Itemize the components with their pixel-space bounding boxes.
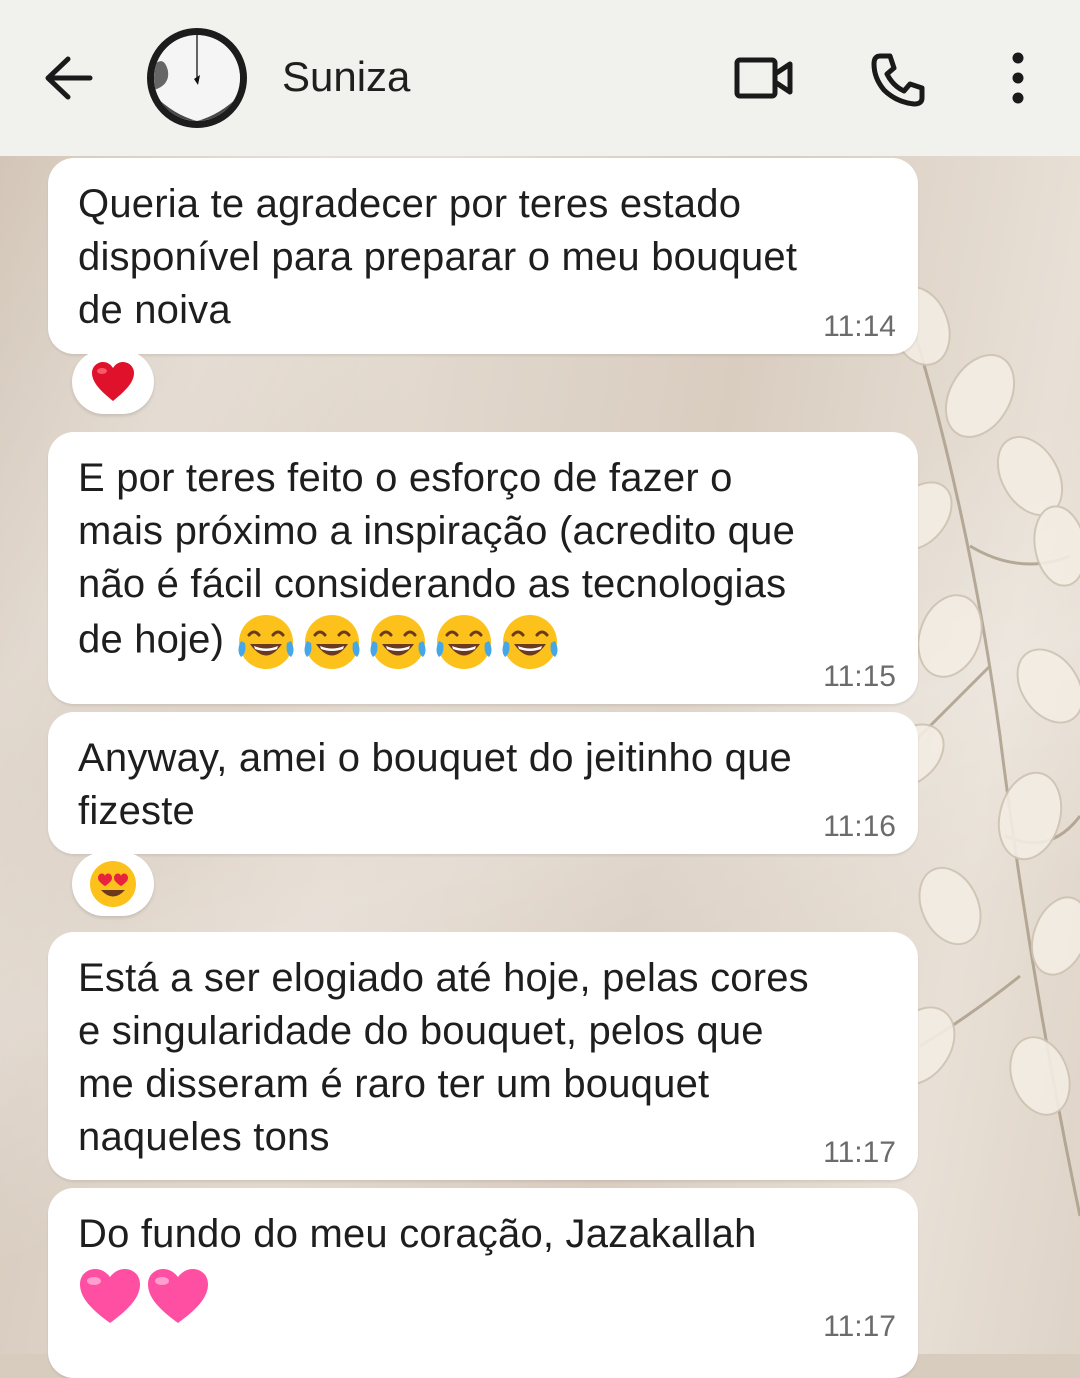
more-options-icon[interactable] [1000, 50, 1036, 106]
message-text: Anyway, amei o bouquet do jeitinho que f… [78, 736, 793, 833]
message-text: Está a ser elogiado até hoje, pelas core… [78, 956, 809, 1159]
message-bubble[interactable]: E por teres feito o esforço de fazer o m… [48, 432, 918, 704]
message-bubble[interactable]: Queria te agradecer por teres estado dis… [48, 158, 918, 354]
laughing-tears-emoji-icon [436, 615, 492, 669]
video-call-icon[interactable] [733, 52, 795, 104]
message-bubble[interactable]: Do fundo do meu coração, Jazakallah 11:1… [48, 1188, 918, 1378]
message-time: 11:15 [823, 660, 896, 693]
laughing-tears-emoji-icon [304, 615, 360, 669]
reaction-badge[interactable] [72, 350, 154, 414]
red-heart-icon [92, 362, 134, 401]
laughing-tears-emoji-icon [370, 615, 426, 669]
laughing-tears-emoji-icon [502, 615, 558, 669]
message-time: 11:17 [823, 1136, 896, 1169]
message-text: Do fundo do meu coração, Jazakallah [78, 1212, 757, 1256]
pink-heart-emoji-row [78, 1267, 210, 1325]
contact-name[interactable]: Suniza [282, 52, 410, 102]
back-arrow-icon[interactable] [40, 50, 100, 106]
laughing-emoji-row [235, 611, 561, 673]
pink-heart-icon [148, 1269, 208, 1323]
message-bubble[interactable]: Está a ser elogiado até hoje, pelas core… [48, 932, 918, 1180]
message-text: Queria te agradecer por teres estado dis… [78, 182, 798, 332]
reaction-badge[interactable] [72, 852, 154, 916]
chat-header: Suniza [0, 0, 1080, 156]
message-time: 11:16 [823, 810, 896, 843]
message-time: 11:14 [823, 310, 896, 343]
laughing-tears-emoji-icon [238, 615, 294, 669]
message-text: E por teres feito o esforço de fazer o m… [78, 452, 888, 673]
heart-eyes-emoji-icon [90, 861, 136, 907]
pink-heart-icon [80, 1269, 140, 1323]
avatar[interactable] [147, 28, 247, 128]
phone-call-icon[interactable] [868, 50, 928, 110]
message-bubble[interactable]: Anyway, amei o bouquet do jeitinho que f… [48, 712, 918, 854]
message-time: 11:17 [823, 1310, 896, 1343]
